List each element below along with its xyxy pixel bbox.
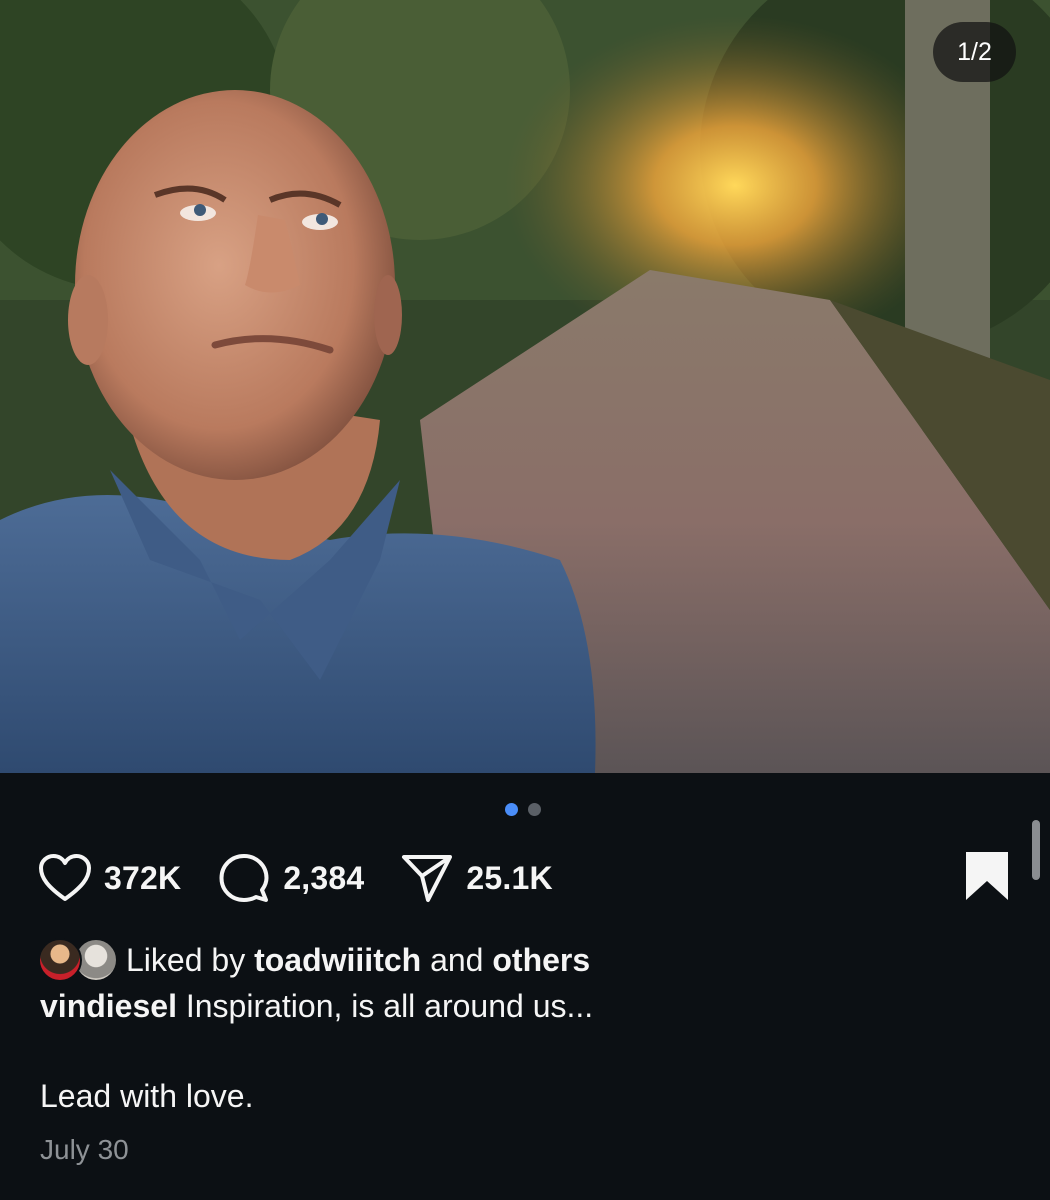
comment-bubble-icon[interactable] [215, 849, 273, 907]
share-button[interactable]: 25.1K [398, 849, 553, 907]
caption-text: Inspiration, is all around us... [176, 988, 594, 1024]
paper-plane-icon[interactable] [398, 849, 456, 907]
carousel-dot-2[interactable] [528, 803, 541, 816]
post-date: July 30 [40, 1134, 129, 1165]
shares-count[interactable]: 25.1K [466, 860, 552, 897]
liked-by-conjunction: and [421, 941, 493, 978]
liked-by-prefix: Liked by [126, 941, 255, 978]
photo-illustration [0, 0, 1050, 773]
liked-by-row[interactable]: Liked by toadwiiitch and others [38, 936, 590, 984]
avatar[interactable] [38, 938, 82, 982]
caption: vindiesel Inspiration, is all around us.… [40, 988, 593, 1025]
comments-count[interactable]: 2,384 [283, 860, 364, 897]
carousel-dot-1[interactable] [505, 803, 518, 816]
caption-username-link[interactable]: vindiesel [40, 988, 177, 1024]
like-button[interactable]: 372K [36, 849, 215, 907]
caption-line-2: Lead with love. [40, 1078, 254, 1114]
heart-outline-icon[interactable] [36, 849, 94, 907]
post-photo[interactable]: 1/2 [0, 0, 1050, 773]
carousel-indicator [505, 803, 541, 816]
image-counter-badge: 1/2 [933, 22, 1016, 82]
action-bar: 372K 2,384 25.1K [36, 848, 553, 908]
liked-by-others-link[interactable]: others [492, 942, 590, 979]
liked-by-avatars[interactable] [38, 938, 120, 982]
scrollbar-thumb[interactable] [1032, 820, 1040, 880]
likes-count[interactable]: 372K [104, 860, 181, 897]
bookmark-filled-icon[interactable] [958, 848, 1016, 906]
post-view: 1/2 372K 2,384 25.1K Liked by toadwiiitc… [0, 0, 1050, 1200]
comment-button[interactable]: 2,384 [215, 849, 398, 907]
save-button[interactable] [958, 848, 1016, 906]
liked-by-username-link[interactable]: toadwiiitch [254, 942, 421, 979]
